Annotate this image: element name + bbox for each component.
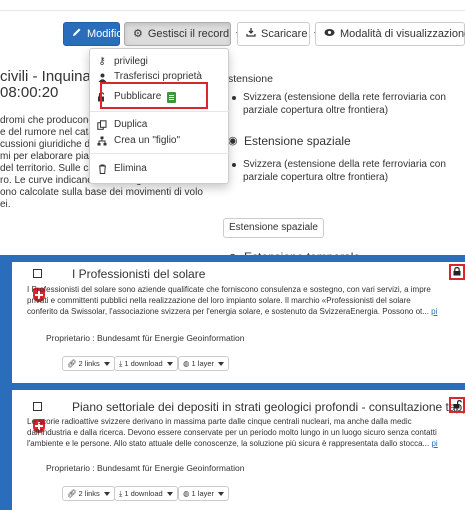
download-icon: ⤓ <box>119 359 123 368</box>
spatial-extent-heading: Estensione spaziale <box>244 134 351 148</box>
menu-divider <box>90 111 230 112</box>
record-abstract-line: ono calcolate sulla base dei movimenti d… <box>0 187 203 198</box>
menu-item-duplica[interactable]: Duplica <box>90 117 230 133</box>
menu-item-privilegi[interactable]: ⚷ privilegi <box>90 54 230 70</box>
extent-heading: stensione <box>228 73 273 85</box>
record-abstract-line: dromi che produconc <box>0 115 94 126</box>
chevron-down-icon <box>218 361 225 366</box>
result-description-text: l'ambiente e le persone. Allo stato attu… <box>27 439 430 448</box>
top-divider <box>0 10 465 11</box>
record-abstract-line: del territorio. Sulle ca <box>0 163 94 174</box>
menu-divider <box>90 153 230 154</box>
links-dropdown[interactable]: 🔗︎ 2 links <box>62 486 115 501</box>
menu-item-elimina[interactable]: Elimina <box>90 161 230 177</box>
lock-status-frame[interactable] <box>449 264 465 280</box>
key-icon: ⚷ <box>98 56 106 67</box>
layer-label: 1 layer <box>191 359 215 368</box>
extent-bullet2-line2: parziale copertura oltre frontiera) <box>243 172 389 183</box>
scaricare-button[interactable]: Scaricare <box>237 22 321 46</box>
globe-icon: ◍ <box>183 359 190 368</box>
chevron-down-icon <box>166 361 173 366</box>
duplicate-icon <box>90 120 114 130</box>
result-description-line: I Professionisti del solare sono aziende… <box>27 285 431 294</box>
link-icon: 🔗︎ <box>67 489 77 498</box>
extent-bullet1-line2: parziale copertura oltre frontiera) <box>243 105 389 116</box>
lock-icon <box>453 266 461 278</box>
extent-bullet2-line1: Svizzera (estensione della rete ferrovia… <box>243 159 446 170</box>
scaricare-label: Scaricare <box>261 28 308 40</box>
globe-icon: ◍ <box>183 489 190 498</box>
download-label: 1 download <box>124 489 163 498</box>
eye-icon <box>324 23 335 45</box>
result-owner: Proprietario : Bundesamt für Energie Geo… <box>46 333 245 343</box>
record-title-line2: 08:00:20 <box>0 84 59 101</box>
links-dropdown[interactable]: 🔗︎ 2 links <box>62 356 115 371</box>
download-icon <box>246 23 256 45</box>
result-owner: Proprietario : Bundesamt für Energie Geo… <box>46 463 245 473</box>
download-label: 1 download <box>124 359 163 368</box>
gestisci-label: Gestisci il record <box>147 28 230 40</box>
links-label: 2 links <box>78 359 100 368</box>
download-dropdown[interactable]: ⤓ 1 download <box>114 356 178 371</box>
chevron-down-icon <box>103 361 110 366</box>
lock-status-frame[interactable] <box>449 397 465 413</box>
result-description-line: dall'industria e dalla ricerca. Devono e… <box>27 428 437 437</box>
menu-item-label: Elimina <box>114 163 147 174</box>
result-description-line: l'ambiente e le persone. Allo stato attu… <box>27 439 453 450</box>
modifica-button[interactable]: Modifica <box>63 22 128 46</box>
bullet-dot <box>232 163 236 167</box>
read-more-link[interactable]: pi <box>431 439 437 448</box>
read-more-link[interactable]: pi <box>431 307 437 316</box>
result-title[interactable]: Piano settoriale dei depositi in strati … <box>72 400 465 414</box>
chevron-down-icon <box>166 491 173 496</box>
result-description-line: Le scorie radioattive svizzere derivano … <box>27 417 412 426</box>
record-abstract-line: cussioni giuridiche dir <box>0 139 96 150</box>
layer-label: 1 layer <box>191 489 215 498</box>
links-label: 2 links <box>78 489 100 498</box>
user-icon <box>90 73 114 82</box>
pencil-icon <box>72 23 82 45</box>
link-icon: 🔗︎ <box>67 359 77 368</box>
download-dropdown[interactable]: ⤓ 1 download <box>114 486 178 501</box>
sitemap-icon <box>90 136 114 146</box>
menu-item-label: Duplica <box>114 119 148 130</box>
result-title[interactable]: I Professionisti del solare <box>72 267 205 281</box>
layer-dropdown[interactable]: ◍ 1 layer <box>178 356 230 371</box>
modalita-label: Modalità di visualizzazione <box>340 28 465 40</box>
layer-dropdown[interactable]: ◍ 1 layer <box>178 486 230 501</box>
gestisci-record-button[interactable]: ⚙ Gestisci il record <box>124 22 243 46</box>
modifica-label: Modifica <box>87 28 128 40</box>
select-checkbox[interactable] <box>33 402 42 411</box>
unlock-icon <box>453 399 462 411</box>
result-description-text: conferito da Swissolar, l'associazione s… <box>27 307 429 316</box>
chevron-down-icon <box>103 491 110 496</box>
chevron-down-icon <box>218 491 225 496</box>
record-title-line1: civili - Inquinar <box>0 68 96 85</box>
record-abstract-line: ei. <box>0 199 11 210</box>
menu-item-label: privilegi <box>114 56 148 67</box>
result-description-line: conferito da Swissolar, l'associazione s… <box>27 307 453 318</box>
result-description-line: privati e committenti pubblici nella rea… <box>27 296 411 305</box>
gestisci-record-menu: ⚷ privilegi Trasferisci proprietà Pubbli… <box>89 48 230 184</box>
trash-icon <box>90 164 114 174</box>
menu-item-crea-figlio[interactable]: Crea un "figlio" <box>90 133 230 149</box>
bullet-dot <box>232 96 236 100</box>
record-abstract-line: e del rumore nel cata <box>0 127 94 138</box>
menu-item-label: Crea un "figlio" <box>114 135 181 146</box>
gear-icon: ⚙ <box>133 28 143 40</box>
record-abstract-line: mi per elaborare pian <box>0 151 95 162</box>
modalita-visualizzazione-button[interactable]: Modalità di visualizzazione <box>315 22 465 46</box>
spatial-extent-tag[interactable]: Estensione spaziale <box>223 218 324 238</box>
select-checkbox[interactable] <box>33 269 42 278</box>
download-icon: ⤓ <box>119 489 123 498</box>
extent-bullet1-line1: Svizzera (estensione della rete ferrovia… <box>243 92 446 103</box>
pubblicare-highlight-frame <box>100 82 208 109</box>
